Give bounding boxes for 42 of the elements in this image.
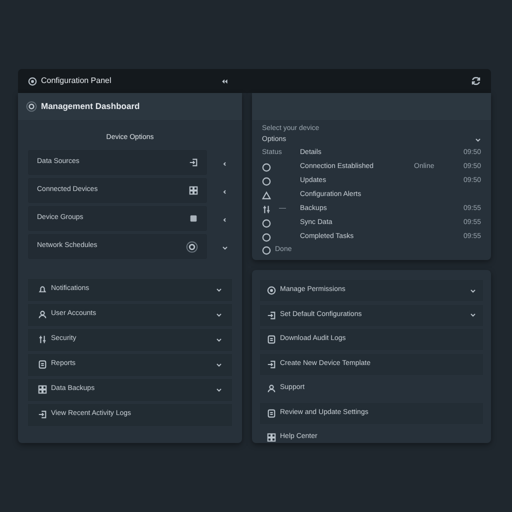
refresh-icon[interactable] xyxy=(471,76,481,86)
login-icon xyxy=(267,310,276,320)
grid-icon xyxy=(38,385,47,394)
panel-title: Management Dashboard xyxy=(41,100,140,113)
chevron-icon[interactable] xyxy=(470,288,476,294)
grid-icon xyxy=(189,186,198,195)
circle-icon xyxy=(262,162,271,172)
rewind-icon xyxy=(221,78,228,84)
chevron-icon[interactable] xyxy=(222,244,228,250)
login-icon xyxy=(267,360,276,368)
sliders-icon xyxy=(262,204,271,214)
chevron-icon[interactable] xyxy=(475,137,481,143)
bell-icon xyxy=(38,285,47,294)
circle-icon xyxy=(262,218,271,228)
login-icon xyxy=(38,410,47,419)
chevron-icon[interactable] xyxy=(216,362,222,368)
circle-icon xyxy=(262,176,271,186)
target-icon xyxy=(267,286,276,295)
chevron-icon[interactable] xyxy=(216,386,222,392)
target-icon xyxy=(28,76,37,86)
document-icon xyxy=(267,408,276,418)
chevron-icon[interactable] xyxy=(216,312,222,318)
square-icon xyxy=(189,214,198,223)
chevron-icon[interactable] xyxy=(222,216,228,222)
circle-icon xyxy=(262,246,271,254)
chevron-icon[interactable] xyxy=(216,286,222,292)
chevron-icon[interactable] xyxy=(222,188,228,194)
circle-icon xyxy=(262,232,271,242)
login-icon xyxy=(189,158,198,167)
ring-icon xyxy=(26,101,37,112)
chevron-icon[interactable] xyxy=(222,160,228,166)
document-icon xyxy=(267,335,276,344)
sliders-icon xyxy=(38,335,47,344)
document-icon xyxy=(38,360,47,369)
user-icon xyxy=(38,310,47,319)
app-title: Configuration Panel xyxy=(41,75,112,87)
ring-icon xyxy=(186,240,198,252)
warning-icon xyxy=(262,190,271,200)
chevron-icon[interactable] xyxy=(216,336,222,342)
grid-icon xyxy=(267,433,276,442)
chevron-icon[interactable] xyxy=(470,312,476,318)
user-icon xyxy=(267,384,276,393)
